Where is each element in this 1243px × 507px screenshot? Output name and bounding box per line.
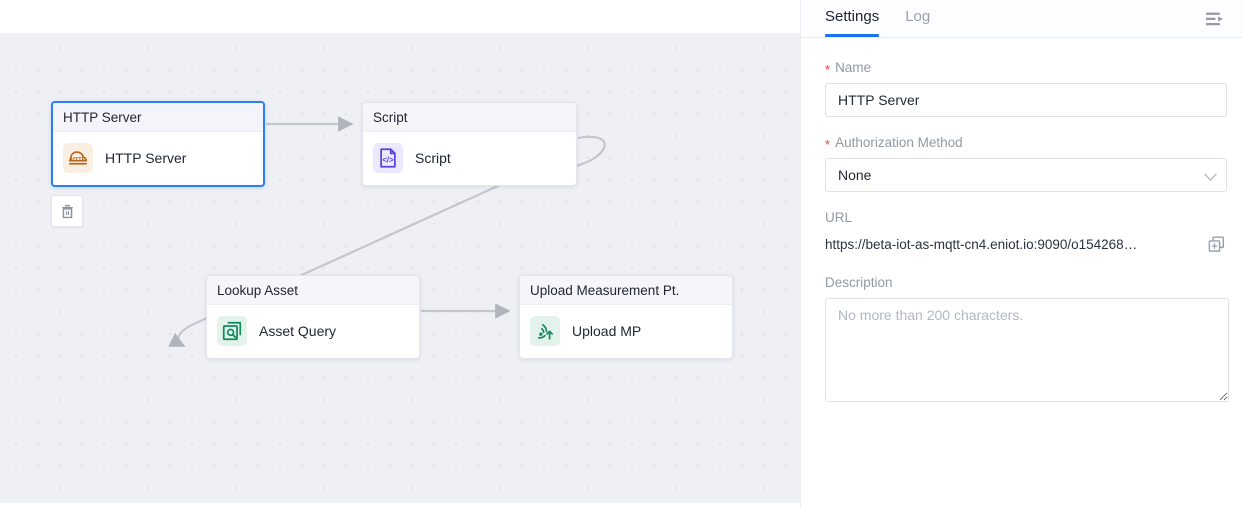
- tab-log-label: Log: [905, 8, 931, 25]
- field-authorization-method: * Authorization Method None: [825, 135, 1227, 192]
- flow-node-header: Lookup Asset: [207, 276, 419, 305]
- field-url-label-text: URL: [825, 210, 853, 225]
- svg-text:</>: </>: [382, 156, 394, 165]
- asset-query-icon: [217, 316, 247, 346]
- authorization-method-select-wrapper: None: [825, 158, 1227, 192]
- flow-editor-app: HTTP Server HTTP HTTP Server Script </> …: [0, 0, 1243, 507]
- field-authorization-method-label-text: Authorization Method: [835, 135, 963, 150]
- flow-node-http-server[interactable]: HTTP Server HTTP HTTP Server: [51, 101, 265, 187]
- field-name-label-text: Name: [835, 60, 872, 75]
- copy-icon[interactable]: [1205, 233, 1227, 255]
- field-url: URL https://beta-iot-as-mqtt-cn4.eniot.i…: [825, 210, 1224, 255]
- flow-node-body: HTTP HTTP Server: [53, 132, 263, 185]
- field-authorization-method-label: * Authorization Method: [825, 135, 1219, 152]
- flow-node-body: Upload MP: [520, 305, 732, 358]
- panel-collapse-icon[interactable]: [1201, 5, 1229, 33]
- flow-node-header: Upload Measurement Pt.: [520, 276, 732, 305]
- flow-node-header: Script: [363, 103, 576, 132]
- trash-icon[interactable]: [51, 195, 83, 227]
- field-description: Description: [825, 275, 1229, 407]
- field-url-label: URL: [825, 210, 1219, 225]
- flow-canvas[interactable]: HTTP Server HTTP HTTP Server Script </> …: [0, 33, 800, 503]
- flow-node-label: Script: [415, 150, 451, 166]
- settings-form: * Name * Authorization Method None: [801, 38, 1243, 407]
- flow-node-script[interactable]: Script </> Script: [362, 102, 577, 186]
- tab-settings[interactable]: Settings: [825, 0, 880, 37]
- field-description-label: Description: [825, 275, 1219, 290]
- required-asterisk: *: [825, 137, 831, 152]
- tab-log[interactable]: Log: [905, 0, 930, 37]
- flow-node-body: </> Script: [363, 132, 576, 185]
- field-name: * Name: [825, 60, 1227, 117]
- flow-node-lookup-asset[interactable]: Lookup Asset Asset Query: [206, 275, 420, 359]
- flow-node-upload-measurement-point[interactable]: Upload Measurement Pt. Upload MP: [519, 275, 733, 359]
- flow-node-body: Asset Query: [207, 305, 419, 358]
- description-textarea[interactable]: [825, 298, 1229, 402]
- field-description-label-text: Description: [825, 275, 893, 290]
- flow-node-label: HTTP Server: [105, 150, 187, 166]
- settings-panel: Settings Log * Name HTTP Server * Author…: [800, 0, 1243, 507]
- flow-node-label: Asset Query: [259, 323, 337, 339]
- code-file-icon: </>: [373, 143, 403, 173]
- panel-tab-bar: Settings Log: [801, 0, 1243, 38]
- flow-node-label: Upload MP: [572, 323, 642, 339]
- url-value: https://beta-iot-as-mqtt-cn4.eniot.io:90…: [825, 237, 1138, 252]
- url-row: https://beta-iot-as-mqtt-cn4.eniot.io:90…: [825, 233, 1227, 255]
- field-name-label: * Name: [825, 60, 1219, 77]
- authorization-method-select[interactable]: None: [825, 158, 1227, 192]
- http-cloud-icon: HTTP: [63, 143, 93, 173]
- flow-node-header: HTTP Server: [53, 103, 263, 132]
- upload-signal-icon: [530, 316, 560, 346]
- required-asterisk: *: [825, 62, 831, 77]
- canvas-region: HTTP Server HTTP HTTP Server Script </> …: [0, 0, 800, 507]
- svg-text:HTTP: HTTP: [71, 157, 86, 163]
- name-input[interactable]: [825, 83, 1227, 117]
- tab-settings-label: Settings: [825, 8, 880, 25]
